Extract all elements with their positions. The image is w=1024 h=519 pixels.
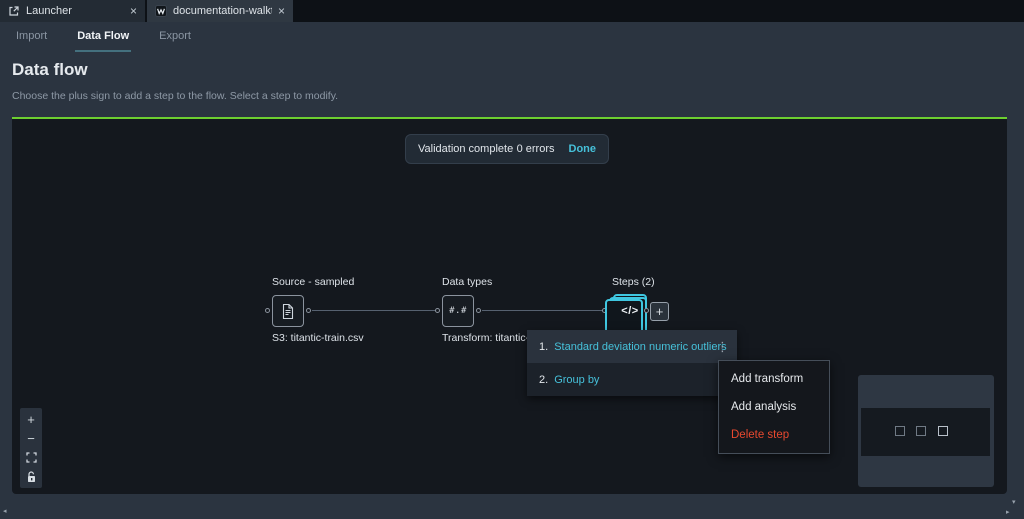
kebab-menu-icon[interactable]: ⋮	[716, 339, 729, 355]
close-icon[interactable]: ×	[130, 5, 137, 17]
node-datatypes-port-in	[435, 308, 440, 313]
validation-done-link[interactable]: Done	[569, 143, 597, 155]
tab-import[interactable]: Import	[14, 22, 49, 52]
step-context-menu: Add transform Add analysis Delete step	[718, 360, 830, 454]
node-steps-title: Steps (2)	[612, 276, 655, 288]
node-datatypes-title: Data types	[442, 276, 493, 288]
edge-source-to-datatypes	[312, 310, 436, 311]
node-source-port-in	[265, 308, 270, 313]
step-link[interactable]: Group by	[554, 374, 599, 386]
fit-view-button[interactable]	[20, 448, 42, 467]
node-source-title: Source - sampled	[272, 276, 355, 288]
node-steps[interactable]: </>	[605, 294, 647, 337]
code-icon: </>	[621, 305, 639, 317]
step-link[interactable]: Standard deviation numeric outliers	[554, 341, 726, 353]
tab-export[interactable]: Export	[157, 22, 193, 52]
fit-view-icon	[25, 452, 37, 463]
tab-launcher[interactable]: Launcher ×	[0, 0, 146, 22]
validation-error-count: 0 errors	[516, 143, 555, 155]
tab-data-flow[interactable]: Data Flow	[75, 22, 132, 52]
canvas-zoom-toolbar: + −	[20, 408, 42, 488]
menu-item-add-analysis[interactable]: Add analysis	[719, 393, 829, 421]
unlock-icon	[26, 470, 37, 483]
menu-item-delete-step[interactable]: Delete step	[719, 421, 829, 449]
node-steps-port-out	[644, 308, 649, 313]
numeric-icon: #.#	[449, 306, 467, 316]
steps-dropdown: 1. Standard deviation numeric outliers ⋮…	[527, 330, 737, 396]
zoom-out-button[interactable]: −	[20, 429, 42, 448]
zoom-in-button[interactable]: +	[20, 410, 42, 429]
close-icon[interactable]: ×	[278, 5, 285, 17]
menu-item-add-transform[interactable]: Add transform	[719, 365, 829, 393]
lock-button[interactable]	[20, 467, 42, 486]
scroll-left-icon[interactable]: ◂	[3, 508, 7, 515]
page-description: Choose the plus sign to add a step to th…	[12, 90, 339, 102]
tab-flow-file-label: documentation-walkthrough-	[173, 5, 272, 17]
window-tab-bar: Launcher × documentation-walkthrough- ×	[0, 0, 1024, 22]
node-source-subtitle: S3: titantic-train.csv	[272, 332, 364, 344]
node-source-port-out	[306, 308, 311, 313]
data-wrangler-icon	[155, 5, 167, 17]
minimap-node	[916, 426, 926, 436]
minimap-node-selected	[938, 426, 948, 436]
flow-nav: Import Data Flow Export	[0, 22, 1024, 52]
minimap-node	[895, 426, 905, 436]
step-item-2[interactable]: 2. Group by ⋮	[527, 363, 737, 396]
validation-banner: Validation complete 0 errors Done	[405, 134, 609, 164]
tab-launcher-label: Launcher	[26, 5, 72, 17]
add-step-button[interactable]: +	[650, 302, 669, 321]
scroll-right-icon[interactable]: ▸	[1006, 509, 1010, 516]
step-number: 2.	[539, 373, 549, 386]
node-datatypes[interactable]: #.#	[442, 295, 474, 327]
step-number: 1.	[539, 340, 549, 353]
minimap[interactable]	[858, 375, 994, 487]
file-icon	[281, 303, 295, 320]
node-datatypes-port-out	[476, 308, 481, 313]
validation-message: Validation complete	[418, 143, 514, 155]
edge-datatypes-to-steps	[482, 310, 606, 311]
launcher-icon	[8, 5, 20, 17]
scroll-down-icon[interactable]: ▾	[1012, 499, 1016, 506]
node-datatypes-subtitle: Transform: titantic-t	[442, 332, 533, 344]
page-title: Data flow	[12, 60, 88, 79]
step-item-1[interactable]: 1. Standard deviation numeric outliers ⋮	[527, 330, 737, 363]
node-source[interactable]	[272, 295, 304, 327]
flow-canvas[interactable]: Validation complete 0 errors Done Source…	[12, 117, 1007, 494]
tab-flow-file[interactable]: documentation-walkthrough- ×	[147, 0, 293, 22]
